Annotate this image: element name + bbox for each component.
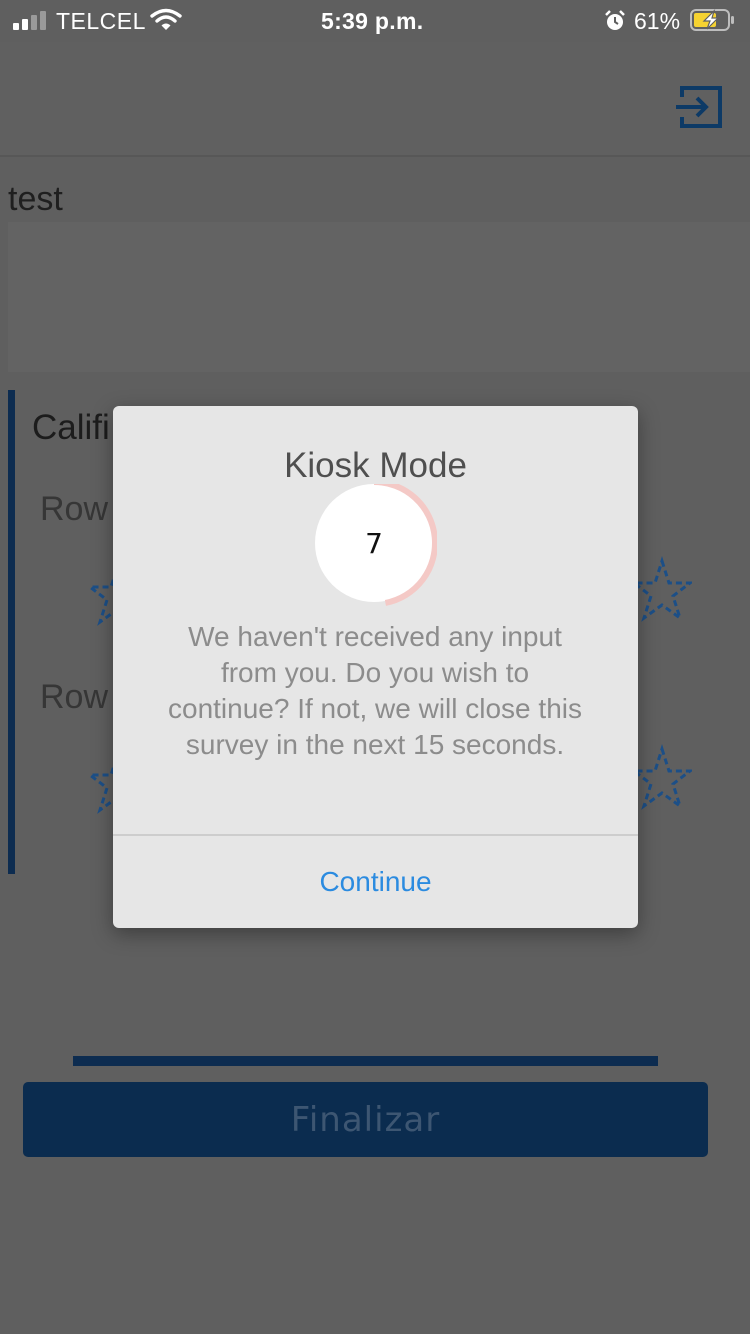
question-label: Califi [32,408,110,447]
star-icon[interactable] [632,744,692,814]
exit-icon[interactable] [676,84,724,130]
countdown-timer: 7 [315,484,437,606]
signal-icon [13,10,47,30]
survey-banner [8,222,750,372]
dialog-title: Kiosk Mode [284,446,467,485]
finish-button[interactable]: Finalizar [23,1082,708,1157]
wifi-icon [150,8,182,30]
row-label: Row [40,678,109,716]
alarm-icon [605,10,625,30]
battery-percent: 61% [634,8,681,34]
dialog-message: We haven't received any input from you. … [168,621,582,760]
app-header [0,42,750,155]
continue-button[interactable]: Continue [113,836,638,928]
survey-progress-bar [73,1056,658,1066]
survey-screen: TELCEL 5:39 p.m. 61% test Califi Row Row… [0,0,750,1334]
row-label: Row [40,490,109,528]
countdown-value: 7 [365,526,383,560]
survey-title: test [8,180,63,218]
status-bar: TELCEL 5:39 p.m. 61% [0,0,750,42]
carrier-name: TELCEL [56,8,146,34]
status-time: 5:39 p.m. [321,8,424,34]
card-accent-bar [8,390,15,874]
star-icon[interactable] [632,556,692,626]
battery-charging-icon [690,8,734,31]
kiosk-mode-dialog: Kiosk Mode 7 We haven't received any inp… [113,406,638,928]
header-divider [0,155,750,157]
